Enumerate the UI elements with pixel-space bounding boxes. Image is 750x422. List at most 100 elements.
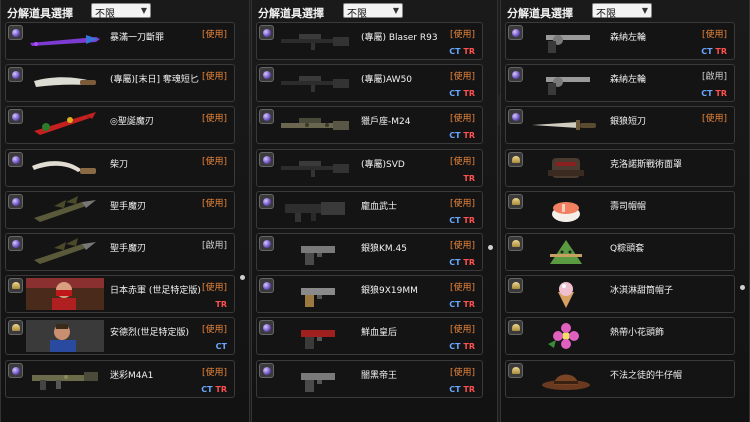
item-row[interactable]: 暴滿一刀斷罪 [使用]	[5, 22, 235, 60]
ct-tag: CT	[701, 89, 713, 99]
grenade-launcher-image	[277, 194, 355, 226]
gem-icon	[263, 239, 271, 248]
team-tags: CT TR	[449, 258, 475, 267]
item-type-badge	[8, 67, 23, 83]
cowboy-hat-image	[526, 363, 604, 395]
scroll-thumb[interactable]	[740, 285, 745, 290]
filter-dropdown[interactable]: 不限 ▼	[343, 3, 403, 20]
item-name: 銀狼短刀	[610, 117, 647, 128]
item-row[interactable]: (專屬) Blaser R93 [使用] CT TR	[256, 22, 483, 60]
ct-tag: CT	[449, 300, 461, 310]
team-tags: TR	[463, 174, 475, 183]
item-name: (專屬)[末日] 奪魂短匕	[110, 75, 199, 86]
team-tags: CT TR	[449, 342, 475, 351]
item-row[interactable]: 獵戶座-M24 [使用] CT TR	[256, 106, 483, 145]
item-row[interactable]: 銀狼9X19MM [使用] CT TR	[256, 275, 483, 314]
item-status: [使用]	[201, 198, 227, 209]
gem-icon	[263, 29, 271, 37]
panel-title: 分解道具選擇	[7, 7, 73, 20]
gem-icon	[12, 71, 20, 80]
item-row[interactable]: 闇黑帝王 [使用] CT TR	[256, 359, 483, 398]
filter-value: 不限	[347, 9, 367, 20]
item-type-badge	[259, 278, 274, 294]
item-row[interactable]: 聖手魔刃 [使用]	[5, 190, 235, 229]
kukri-image	[26, 152, 104, 184]
helmet-icon	[512, 324, 520, 332]
item-row[interactable]: ◎聖誕魔刃 [使用]	[5, 106, 235, 145]
team-tags: TR	[215, 300, 227, 309]
ct-tag: CT	[449, 384, 461, 394]
tr-tag: TR	[463, 342, 475, 352]
helmet-icon	[512, 155, 520, 163]
item-row[interactable]: 安德烈(世足特定版) [使用] CT	[5, 317, 235, 356]
item-status: [使用]	[201, 283, 227, 294]
tr-tag: TR	[463, 47, 475, 56]
item-row[interactable]: (專屬)AW50 [使用] CT TR	[256, 64, 483, 103]
item-row[interactable]: 熱帶小花頭飾	[505, 317, 735, 356]
sushi-image	[526, 194, 604, 226]
item-row[interactable]: 龐血武士 [使用] CT TR	[256, 190, 483, 229]
item-status: [使用]	[701, 30, 727, 40]
item-row[interactable]: 森納左輪 [使用] CT TR	[505, 22, 735, 60]
item-name: 克洛諾斯戰術面罩	[610, 159, 683, 170]
item-row[interactable]: 冰淇淋甜筒帽子	[505, 275, 735, 314]
scroll-thumb[interactable]	[240, 275, 245, 280]
character-icon	[12, 324, 20, 332]
filter-value: 不限	[596, 9, 616, 20]
item-row[interactable]: 日本赤軍 (世足特定版) [使用] TR	[5, 275, 235, 314]
ct-tag: CT	[201, 384, 213, 394]
scrollbar[interactable]	[239, 20, 246, 415]
item-status: [使用]	[449, 156, 475, 167]
item-type-badge	[508, 25, 523, 40]
panel-title: 分解道具選擇	[258, 7, 324, 20]
scrollbar[interactable]	[739, 20, 746, 415]
item-status: [使用]	[201, 367, 227, 378]
gem-icon	[512, 113, 520, 122]
sniper-camo-image	[277, 109, 355, 141]
filter-dropdown[interactable]: 不限 ▼	[592, 3, 652, 20]
item-list: 暴滿一刀斷罪 [使用] (專屬)[末日] 奪魂短匕 [使用] ◎聖誕魔刃 [使用…	[5, 22, 235, 402]
item-row[interactable]: 不法之徒的牛仔帽	[505, 359, 735, 398]
item-row[interactable]: Q粽頭套	[505, 232, 735, 271]
filter-dropdown[interactable]: 不限 ▼	[91, 3, 151, 20]
scroll-thumb[interactable]	[488, 245, 493, 250]
char-blue-image	[26, 320, 104, 353]
item-type-badge	[8, 235, 23, 251]
item-name: 銀狼KM.45	[361, 243, 407, 254]
item-type-badge	[259, 151, 274, 167]
scrollbar[interactable]	[487, 20, 494, 415]
item-row[interactable]: 柴刀 [使用]	[5, 148, 235, 187]
gem-icon	[12, 155, 20, 164]
dragon-sword-image	[26, 25, 104, 57]
decompose-panel-1: 分解道具選擇 不限 ▼ 暴滿一刀斷罪 [使用] (專屬)[末日] 奪魂短匕 [使…	[0, 0, 250, 422]
pistol-image	[277, 363, 355, 395]
chevron-down-icon: ▼	[641, 6, 648, 15]
item-type-badge	[508, 193, 523, 209]
item-row[interactable]: 銀狼KM.45 [使用] CT TR	[256, 232, 483, 271]
item-row[interactable]: 森納左輪 [啟用] CT TR	[505, 64, 735, 103]
item-name: 龐血武士	[361, 201, 398, 212]
item-type-badge	[8, 362, 23, 378]
item-row[interactable]: 聖手魔刃 [啟用]	[5, 232, 235, 271]
item-row[interactable]: 迷彩M4A1 [使用] CT TR	[5, 359, 235, 398]
item-row[interactable]: 銀狼短刀 [使用]	[505, 106, 735, 145]
item-row[interactable]: 克洛諾斯戰術面罩	[505, 148, 735, 187]
tr-tag: TR	[463, 384, 475, 394]
panel-header: 分解道具選擇 不限 ▼	[501, 0, 749, 22]
item-status: [啟用]	[201, 240, 227, 251]
item-row[interactable]: 鮮血皇后 [使用] CT TR	[256, 317, 483, 356]
tr-tag: TR	[463, 173, 475, 183]
gem-icon	[512, 29, 520, 37]
ct-tag: CT	[449, 131, 461, 141]
item-row[interactable]: (專屬)SVD [使用] TR	[256, 148, 483, 187]
item-type-badge	[259, 320, 274, 336]
item-type-badge	[8, 109, 23, 125]
decompose-panel-3: 分解道具選擇 不限 ▼ 森納左輪 [使用] CT TR 森納左輪 [啟用] CT…	[500, 0, 750, 422]
item-row[interactable]: (專屬)[末日] 奪魂短匕 [使用]	[5, 64, 235, 103]
ct-tag: CT	[449, 257, 461, 267]
item-row[interactable]: 壽司帽帽	[505, 190, 735, 229]
item-name: (專屬)AW50	[361, 75, 413, 86]
gem-icon	[12, 29, 20, 37]
icecream-image	[526, 278, 604, 310]
chevron-down-icon: ▼	[140, 6, 147, 15]
